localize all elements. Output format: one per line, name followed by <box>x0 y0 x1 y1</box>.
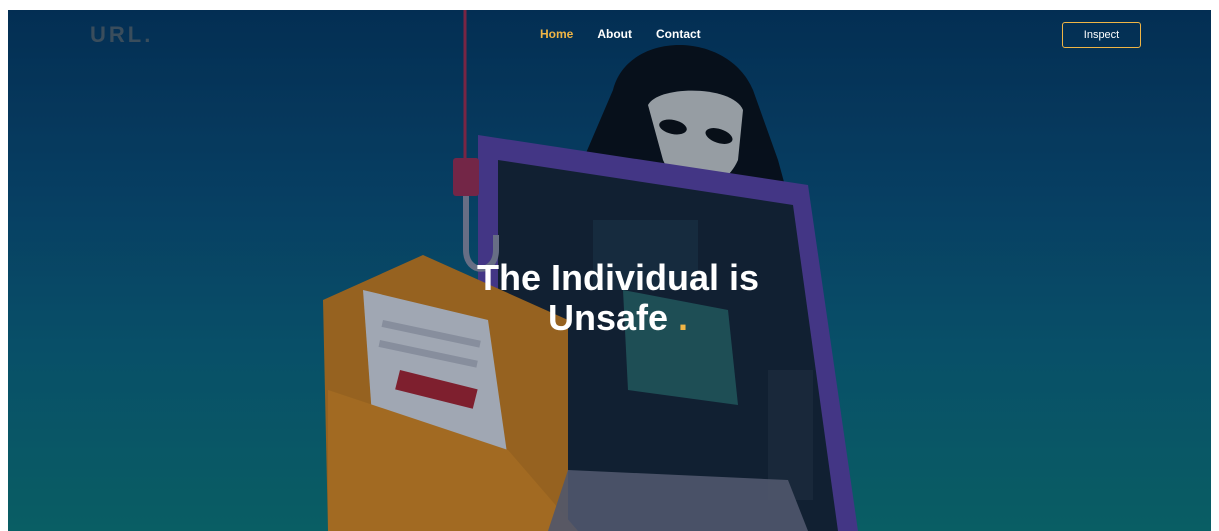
hero-section: URL. Home About Contact Inspect The Indi… <box>8 10 1211 531</box>
hero-title-line-2: Unsafe <box>547 297 668 338</box>
nav-contact-link[interactable]: Contact <box>656 27 701 41</box>
nav-about-link[interactable]: About <box>597 27 632 41</box>
nav-home-link[interactable]: Home <box>540 27 573 41</box>
hero-title: The Individual is Unsafe . <box>348 258 888 338</box>
hero-title-line-1: The Individual is <box>476 257 760 298</box>
navbar: URL. Home About Contact Inspect <box>8 10 1211 62</box>
nav-links: Home About Contact <box>540 27 725 41</box>
inspect-button[interactable]: Inspect <box>1062 22 1141 48</box>
brand-logo[interactable]: URL. <box>90 22 153 48</box>
hero-title-accent-dot: . <box>678 297 689 338</box>
